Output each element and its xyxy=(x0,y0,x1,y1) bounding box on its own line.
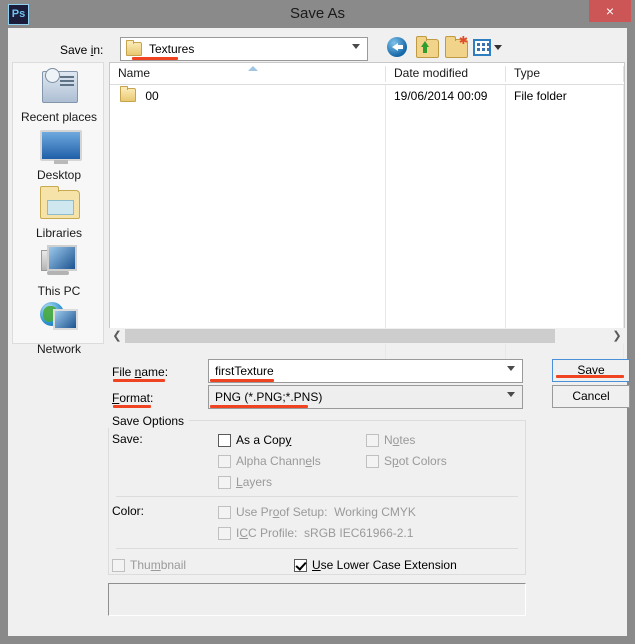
checkbox-layers xyxy=(218,476,231,489)
annotation-underline-filename-label xyxy=(113,379,165,382)
save-in-label: Save in: xyxy=(60,43,104,57)
checkbox-use-proof-setup xyxy=(218,506,231,519)
save-row-label: Save: xyxy=(112,432,143,446)
save-as-dialog: Ps Save As × Save in: Textures ✱ Recent … xyxy=(0,0,635,644)
places-sidebar: Recent places Desktop Libraries This PC … xyxy=(12,62,105,356)
this-pc-icon xyxy=(13,241,105,283)
file-name: 00 xyxy=(145,89,159,103)
message-area xyxy=(108,583,526,616)
close-icon[interactable]: × xyxy=(589,0,631,22)
color-row-label: Color: xyxy=(112,504,145,518)
network-icon xyxy=(13,299,105,341)
chevron-down-icon[interactable] xyxy=(352,44,360,49)
sidebar-item-label: Network xyxy=(36,342,81,356)
file-list[interactable]: Name Date modified Type 00 19/06/2014 00… xyxy=(109,62,625,365)
chevron-down-icon[interactable] xyxy=(507,392,515,397)
file-name-value: firstTexture xyxy=(215,364,274,378)
checkbox-label-as-a-copy: As a Copy xyxy=(236,433,292,447)
recent-places-icon xyxy=(13,67,105,109)
file-name-label: File name: xyxy=(112,365,169,379)
window-left-border xyxy=(0,0,8,644)
checkbox-label-icc-profile: ICC Profile: sRGB IEC61966-2.1 xyxy=(236,526,414,540)
new-folder-icon[interactable]: ✱ xyxy=(445,36,468,59)
column-header-type[interactable]: Type xyxy=(506,63,624,84)
sidebar-item-label: Libraries xyxy=(35,226,83,240)
sidebar-item-desktop[interactable]: Desktop xyxy=(13,125,105,182)
save-options-legend: Save Options xyxy=(108,414,189,428)
annotation-underline-format-label xyxy=(113,405,151,408)
checkbox-label-use-proof-setup: Use Proof Setup: Working CMYK xyxy=(236,505,416,519)
annotation-underline-filename-value xyxy=(210,379,274,382)
checkbox-as-a-copy[interactable] xyxy=(218,434,231,447)
checkbox-use-lower-case-extension[interactable] xyxy=(294,559,307,572)
annotation-underline-save xyxy=(556,375,624,378)
checkbox-icc-profile xyxy=(218,527,231,540)
save-button[interactable]: Save xyxy=(552,359,630,382)
icc-profile-value: sRGB IEC61966-2.1 xyxy=(304,526,414,540)
annotation-underline-format-value xyxy=(210,405,308,408)
file-date-modified: 19/06/2014 00:09 xyxy=(394,89,488,103)
scroll-left-icon[interactable]: ❮ xyxy=(109,328,125,344)
checkbox-label-thumbnail: Thumbnail xyxy=(130,558,187,572)
table-row[interactable]: 00 19/06/2014 00:09 File folder xyxy=(110,85,624,107)
checkbox-thumbnail xyxy=(112,559,125,572)
horizontal-scrollbar[interactable]: ❮ ❯ xyxy=(109,328,625,344)
chevron-down-icon[interactable] xyxy=(494,45,502,50)
views-icon[interactable] xyxy=(473,37,503,59)
folder-icon xyxy=(126,40,142,56)
file-type: File folder xyxy=(514,89,567,103)
chevron-down-icon[interactable] xyxy=(507,366,515,371)
libraries-icon xyxy=(13,183,105,225)
checkbox-label-notes: Notes xyxy=(384,433,416,447)
sidebar-item-this-pc[interactable]: This PC xyxy=(13,241,105,298)
scrollbar-thumb[interactable] xyxy=(125,329,555,343)
window-title: Save As xyxy=(289,5,346,22)
checkbox-label-alpha-channels: Alpha Channels xyxy=(236,454,321,468)
cancel-button[interactable]: Cancel xyxy=(552,385,630,408)
save-options-group xyxy=(108,420,526,575)
back-icon[interactable] xyxy=(387,37,409,59)
checkbox-label-spot-colors: Spot Colors xyxy=(384,454,447,468)
checkbox-notes xyxy=(366,434,379,447)
format-value: PNG (*.PNG;*.PNS) xyxy=(215,390,323,404)
sidebar-item-label: This PC xyxy=(37,284,81,298)
sidebar-item-network[interactable]: Network xyxy=(13,299,105,356)
title-bar: Ps Save As × xyxy=(0,0,635,28)
checkbox-label-use-lower-case-extension: Use Lower Case Extension xyxy=(312,558,457,572)
folder-icon xyxy=(120,86,136,102)
column-header-date-modified[interactable]: Date modified xyxy=(386,63,506,84)
checkbox-alpha-channels xyxy=(218,455,231,468)
file-list-header: Name Date modified Type xyxy=(110,63,624,85)
sidebar-item-label: Recent places xyxy=(20,110,98,124)
sidebar-item-label: Desktop xyxy=(36,168,82,182)
scroll-right-icon[interactable]: ❯ xyxy=(609,328,625,344)
proof-setup-value: Working CMYK xyxy=(334,505,416,519)
save-in-value: Textures xyxy=(149,42,195,56)
sidebar-item-libraries[interactable]: Libraries xyxy=(13,183,105,240)
annotation-underline-savein xyxy=(132,57,178,60)
sidebar-item-recent-places[interactable]: Recent places xyxy=(13,67,105,124)
format-label: Format: xyxy=(112,391,154,405)
checkbox-spot-colors xyxy=(366,455,379,468)
up-folder-icon[interactable] xyxy=(416,36,439,59)
desktop-icon xyxy=(13,125,105,167)
sort-ascending-icon xyxy=(248,66,258,71)
checkbox-label-layers: Layers xyxy=(236,475,273,489)
